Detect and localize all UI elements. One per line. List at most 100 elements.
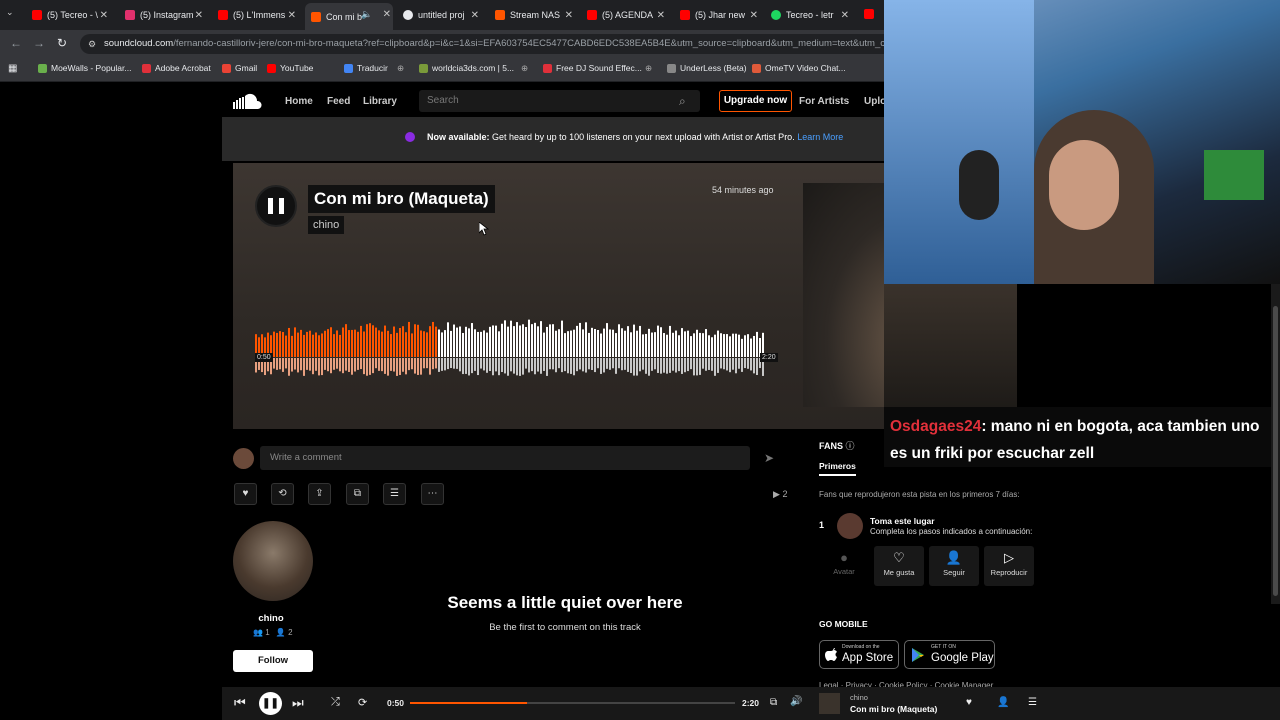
- bookmark[interactable]: Traducir: [344, 63, 388, 73]
- browser-tab[interactable]: untitled proj ✕: [403, 5, 481, 25]
- fan-step-follow[interactable]: 👤 Seguir: [929, 546, 979, 586]
- fan-avatar: [837, 513, 863, 539]
- bookmark[interactable]: Gmail: [222, 63, 257, 73]
- globe-icon[interactable]: ⊕: [521, 63, 528, 74]
- globe-icon[interactable]: ⊕: [645, 63, 652, 74]
- queue-icon[interactable]: ☰: [1028, 697, 1037, 708]
- nav-home[interactable]: Home: [285, 96, 313, 107]
- close-tab-icon[interactable]: ✕: [841, 10, 849, 21]
- google-play-badge[interactable]: GET IT ON Google Play: [904, 640, 995, 669]
- pause-button[interactable]: [255, 185, 297, 227]
- close-tab-icon[interactable]: ✕: [565, 10, 573, 21]
- tab-primeros[interactable]: Primeros: [819, 461, 856, 476]
- track-artist[interactable]: chino: [308, 216, 345, 234]
- upload-link[interactable]: Uplo: [864, 96, 886, 107]
- fan-step-play[interactable]: ▷ Reproducir: [984, 546, 1034, 586]
- comment-input[interactable]: Write a comment: [260, 446, 750, 470]
- waveform-reflection: [630, 358, 632, 374]
- for-artists-link[interactable]: For Artists: [799, 96, 849, 107]
- browser-tab[interactable]: Tecreo - letr ✕: [771, 5, 851, 25]
- close-tab-icon[interactable]: ✕: [100, 10, 108, 21]
- youtube-icon[interactable]: [864, 9, 874, 19]
- app-store-badge[interactable]: Download on the App Store: [819, 640, 899, 669]
- waveform-reflection: [603, 358, 605, 373]
- banner-text: Now available: Get heard by up to 100 li…: [427, 132, 844, 142]
- player-artwork[interactable]: [819, 693, 840, 714]
- player-follow-icon[interactable]: 👤: [997, 697, 1009, 708]
- browser-tab[interactable]: Stream NAS ✕: [495, 5, 575, 25]
- nav-feed[interactable]: Feed: [327, 96, 350, 107]
- waveform-reflection: [360, 358, 362, 370]
- player-artist[interactable]: chino: [850, 693, 868, 702]
- waveform-reflection: [546, 358, 548, 376]
- browser-tab[interactable]: (5) Instagram ✕: [125, 5, 205, 25]
- search-input[interactable]: Search ⌕: [419, 90, 700, 112]
- globe-icon[interactable]: ⊕: [397, 63, 404, 74]
- search-icon[interactable]: ⌕: [679, 90, 686, 112]
- close-tab-icon[interactable]: ✕: [383, 9, 391, 20]
- bookmark[interactable]: OmeTV Video Chat...: [752, 63, 846, 73]
- browser-tab[interactable]: (5) Jhar new ✕: [680, 5, 760, 25]
- page-scrollbar[interactable]: [1271, 284, 1280, 604]
- site-info-icon[interactable]: ⚙: [88, 34, 96, 54]
- add-to-playlist-button[interactable]: ☰: [383, 483, 406, 505]
- upgrade-button[interactable]: Upgrade now: [719, 90, 792, 112]
- player-track[interactable]: Con mi bro (Maqueta): [850, 704, 937, 714]
- learn-more-link[interactable]: Learn More: [797, 132, 843, 142]
- bookmark[interactable]: YouTube: [267, 63, 313, 73]
- more-button[interactable]: ⋯: [421, 483, 444, 505]
- volume-icon[interactable]: 🔊: [790, 696, 802, 707]
- player-pause-button[interactable]: ❚❚: [259, 692, 282, 715]
- bookmark[interactable]: Free DJ Sound Effec...: [543, 63, 642, 73]
- share-button[interactable]: ⇪: [308, 483, 331, 505]
- like-button[interactable]: ♥: [234, 483, 257, 505]
- artist-name[interactable]: chino: [233, 613, 309, 624]
- empty-comments-title: Seems a little quiet over here: [447, 593, 683, 612]
- close-tab-icon[interactable]: ✕: [471, 10, 479, 21]
- bookmark[interactable]: UnderLess (Beta): [667, 63, 747, 73]
- close-tab-icon[interactable]: ✕: [750, 10, 758, 21]
- waveform-reflection: [501, 358, 503, 372]
- player-like-icon[interactable]: ♥: [966, 697, 972, 708]
- shuffle-icon[interactable]: ⤮: [331, 696, 340, 709]
- copy-link-button[interactable]: ⧉: [346, 483, 369, 505]
- info-icon[interactable]: ⓘ: [846, 441, 855, 451]
- apps-icon[interactable]: ▦: [8, 63, 17, 74]
- fan-step-avatar[interactable]: ● Avatar: [819, 546, 869, 586]
- close-tab-icon[interactable]: ✕: [195, 10, 203, 21]
- speaker-icon[interactable]: 🔈: [361, 9, 372, 20]
- nav-library[interactable]: Library: [363, 96, 397, 107]
- waveform-bar: [462, 332, 464, 357]
- waveform-bar: [528, 319, 530, 357]
- cast-icon[interactable]: ⧉: [770, 697, 777, 708]
- repost-button[interactable]: ⟲: [271, 483, 294, 505]
- tab-list-button[interactable]: ⌄: [6, 7, 14, 18]
- browser-tab[interactable]: (5) Tecreo - \ ✕: [32, 5, 110, 25]
- waveform-reflection: [723, 358, 725, 370]
- repeat-icon[interactable]: ⟳: [358, 696, 367, 709]
- waveform[interactable]: [255, 313, 775, 385]
- waveform-bar: [360, 325, 362, 357]
- fan-step-like[interactable]: ♡ Me gusta: [874, 546, 924, 586]
- browser-tab-active[interactable]: Con mi b 🔈 ✕: [305, 3, 393, 30]
- follow-button[interactable]: Follow: [233, 650, 313, 672]
- scrollbar-thumb[interactable]: [1273, 306, 1278, 596]
- send-icon[interactable]: ➤: [764, 451, 774, 465]
- previous-icon[interactable]: ⏮: [234, 695, 246, 711]
- next-icon[interactable]: ⏭: [292, 695, 304, 711]
- browser-tab[interactable]: (5) AGENDA ✕: [587, 5, 667, 25]
- close-tab-icon[interactable]: ✕: [657, 10, 665, 21]
- url-input[interactable]: ⚙ soundcloud.com/fernando-castilloriv-jer…: [80, 34, 884, 54]
- browser-tab[interactable]: (5) L'Immens ✕: [218, 5, 298, 25]
- waveform-reflection: [312, 358, 314, 375]
- bookmark[interactable]: worldcia3ds.com | 5...: [419, 63, 514, 73]
- close-tab-icon[interactable]: ✕: [288, 10, 296, 21]
- soundcloud-logo-icon[interactable]: [232, 93, 264, 109]
- bookmark[interactable]: MoeWalls - Popular...: [38, 63, 131, 73]
- back-icon[interactable]: ←: [10, 36, 22, 50]
- bookmark[interactable]: Adobe Acrobat: [142, 63, 211, 73]
- reload-icon[interactable]: ↻: [57, 36, 67, 50]
- forward-icon[interactable]: →: [33, 36, 45, 50]
- artist-avatar[interactable]: [233, 521, 313, 601]
- progress-bar[interactable]: [410, 702, 735, 704]
